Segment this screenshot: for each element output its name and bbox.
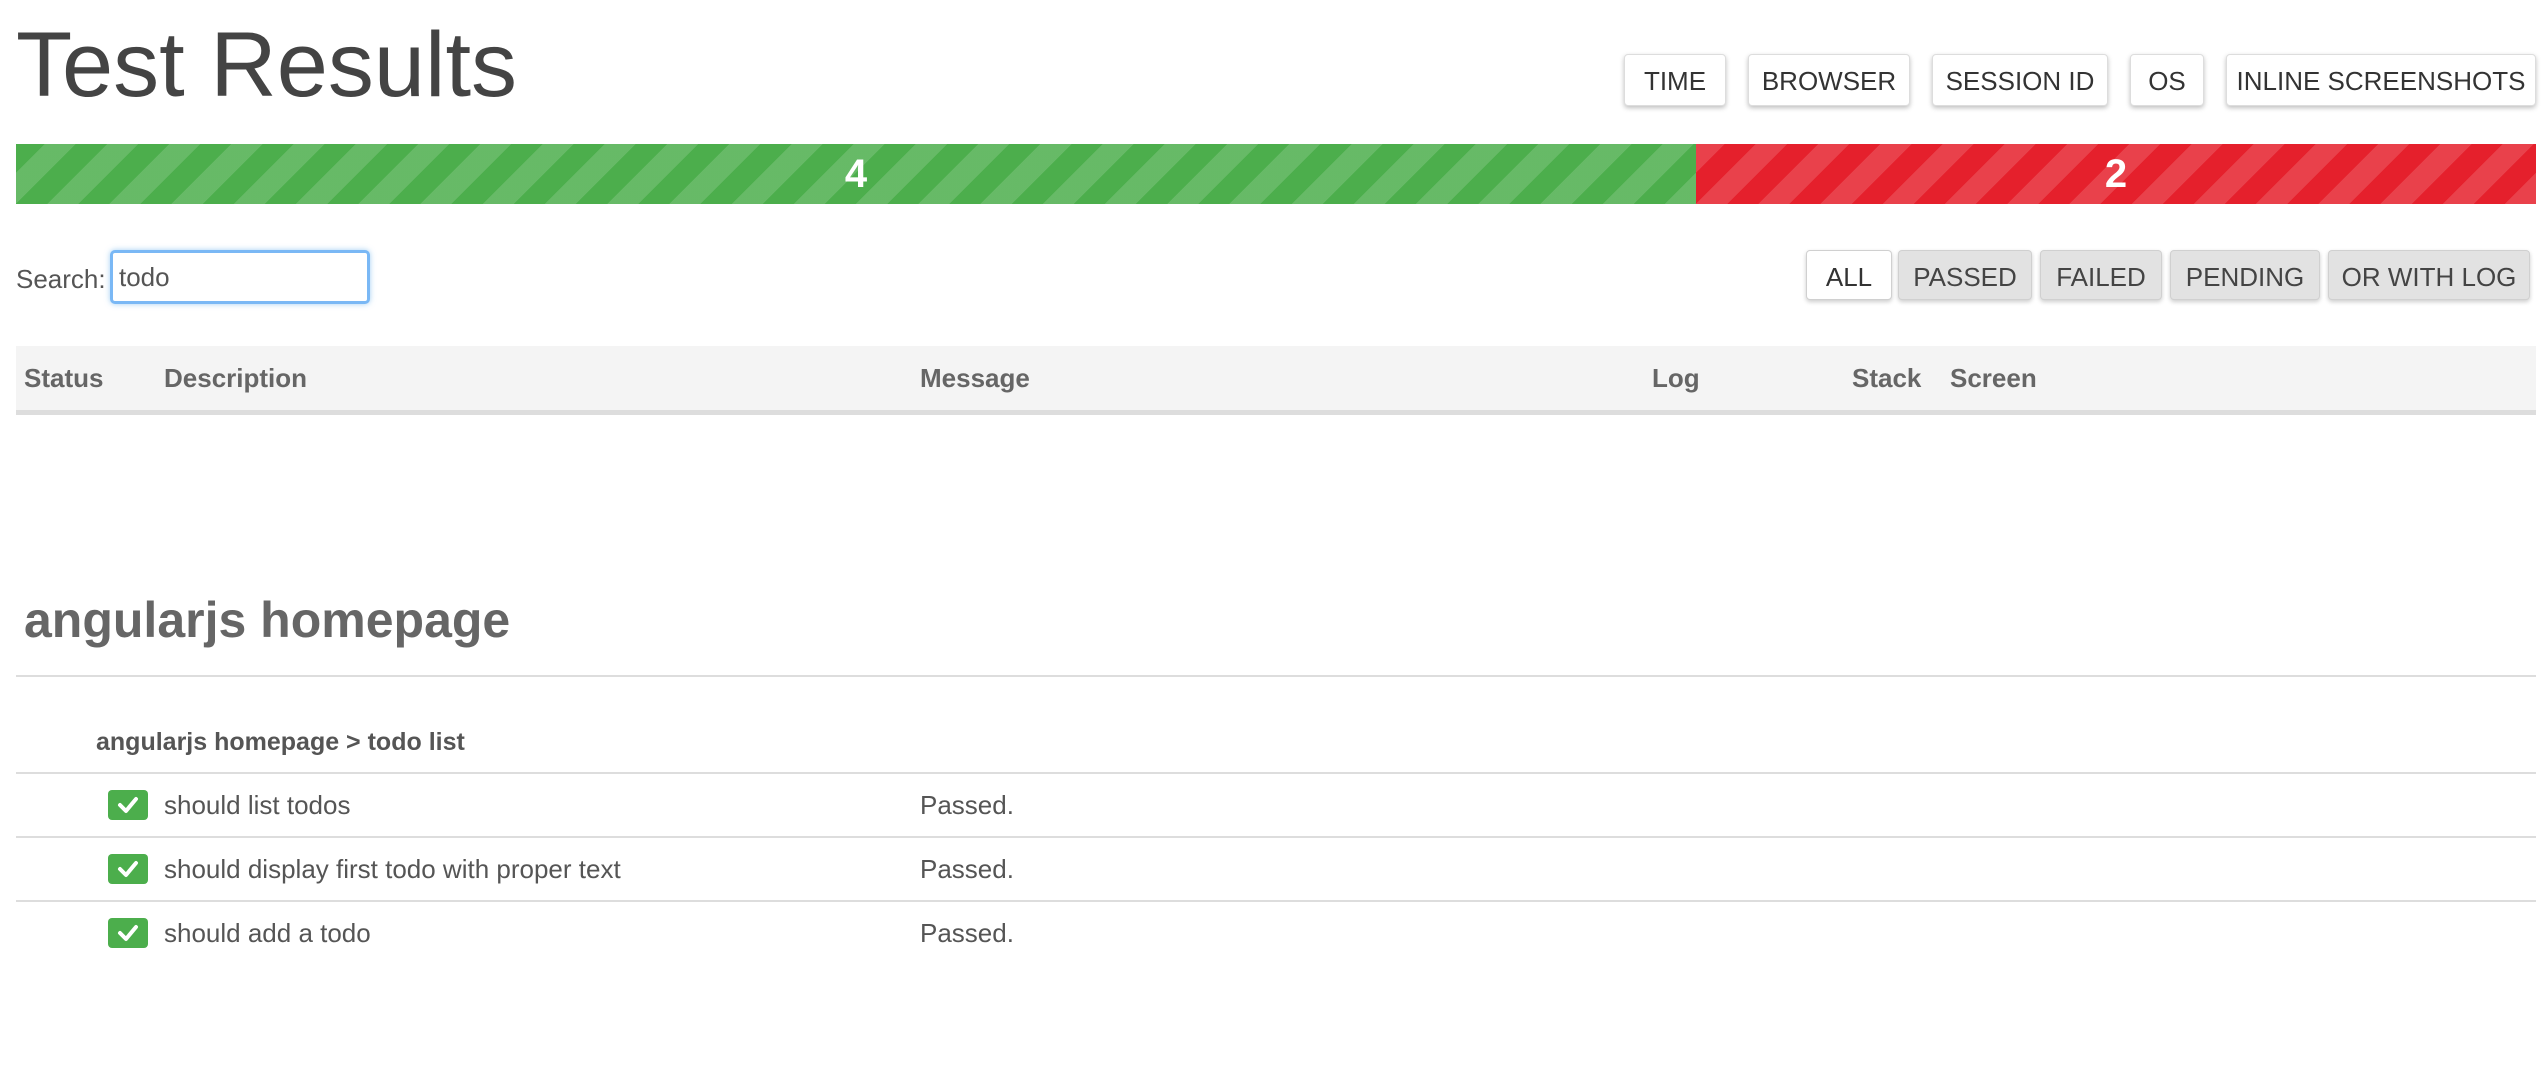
browser-button[interactable]: BROWSER [1748,54,1910,106]
table-row[interactable]: should display first todo with proper te… [16,838,2536,900]
suite-title: angularjs homepage [24,592,511,648]
search-label: Search: [16,264,106,294]
column-description: Description [164,363,308,393]
failed-segment: 2 [1696,144,2536,204]
row-description: should display first todo with proper te… [164,854,621,884]
check-icon [108,918,148,948]
suite-divider [16,675,2536,677]
row-description: should add a todo [164,918,371,948]
column-screen: Screen [1950,363,2037,393]
filter-failed-button[interactable]: FAILED [2040,250,2162,300]
time-button[interactable]: TIME [1624,54,1726,106]
row-message: Passed. [920,790,1014,820]
session-id-button[interactable]: SESSION ID [1932,54,2108,106]
row-description: should list todos [164,790,351,820]
results-progress-bar: 4 2 [16,144,2536,204]
row-message: Passed. [920,918,1014,948]
check-icon [108,790,148,820]
filter-or-with-log-button[interactable]: OR WITH LOG [2328,250,2530,300]
column-stack: Stack [1852,363,1922,393]
table-header: Status Description Message Log Stack Scr… [16,346,2536,415]
spec-group-title: angularjs homepage > todo list [96,728,465,756]
column-message: Message [920,363,1030,393]
page-title: Test Results [16,14,518,116]
row-message: Passed. [920,854,1014,884]
search-input[interactable] [110,250,370,304]
table-row[interactable]: should add a todo Passed. [16,902,2536,964]
table-row[interactable]: should list todos Passed. [16,774,2536,836]
passed-segment: 4 [16,144,1696,204]
column-status: Status [24,363,104,393]
filter-passed-button[interactable]: PASSED [1898,250,2032,300]
os-button[interactable]: OS [2130,54,2204,106]
column-log: Log [1652,363,1700,393]
check-icon [108,854,148,884]
filter-all-button[interactable]: ALL [1806,250,1892,300]
inline-screenshots-button[interactable]: INLINE SCREENSHOTS [2226,54,2536,106]
filter-pending-button[interactable]: PENDING [2170,250,2320,300]
